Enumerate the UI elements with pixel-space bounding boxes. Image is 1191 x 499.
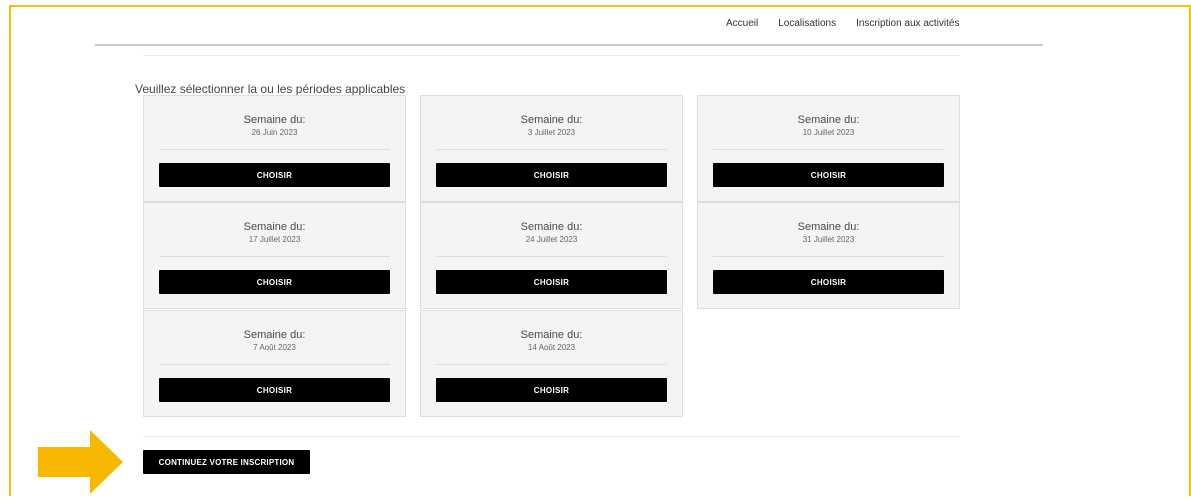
week-card-title: Semaine du: (520, 221, 583, 233)
content-bottom-divider (143, 436, 960, 437)
week-card-date: 10 Juillet 2023 (802, 128, 855, 137)
week-card-divider (159, 149, 390, 150)
week-card-date: 14 Août 2023 (527, 343, 576, 352)
week-card: Semaine du: 24 Juillet 2023 CHOISIR (420, 202, 683, 309)
choose-week-button[interactable]: CHOISIR (436, 163, 667, 187)
week-grid: Semaine du: 26 Juin 2023 CHOISIR Semaine… (143, 95, 961, 418)
week-card-date: 3 Juillet 2023 (527, 128, 576, 137)
week-card-date: 24 Juillet 2023 (525, 235, 578, 244)
week-card-title: Semaine du: (797, 221, 860, 233)
week-card-title: Semaine du: (243, 221, 306, 233)
choose-week-button[interactable]: CHOISIR (159, 378, 390, 402)
week-card-divider (713, 149, 944, 150)
week-card-date: 17 Juillet 2023 (248, 235, 301, 244)
week-card: Semaine du: 26 Juin 2023 CHOISIR (143, 95, 406, 202)
content-top-divider (143, 55, 960, 56)
week-card-title: Semaine du: (243, 329, 306, 341)
choose-week-button[interactable]: CHOISIR (436, 270, 667, 294)
choose-week-button[interactable]: CHOISIR (713, 270, 944, 294)
week-card-divider (436, 364, 667, 365)
week-card: Semaine du: 3 Juillet 2023 CHOISIR (420, 95, 683, 202)
week-card-title: Semaine du: (797, 114, 860, 126)
week-card: Semaine du: 10 Juillet 2023 CHOISIR (697, 95, 960, 202)
continue-registration-button[interactable]: CONTINUEZ VOTRE INSCRIPTION (143, 450, 310, 474)
week-card: Semaine du: 17 Juillet 2023 CHOISIR (143, 202, 406, 309)
choose-week-button[interactable]: CHOISIR (159, 163, 390, 187)
header-divider (95, 44, 1043, 46)
week-card-divider (436, 256, 667, 257)
week-card-title: Semaine du: (520, 329, 583, 341)
top-navigation: Accueil Localisations Inscription aux ac… (726, 18, 959, 29)
week-card-divider (159, 256, 390, 257)
week-card-title: Semaine du: (243, 114, 306, 126)
week-card-date: 31 Juillet 2023 (802, 235, 855, 244)
week-card-title: Semaine du: (520, 114, 583, 126)
week-card-divider (159, 364, 390, 365)
nav-item-inscription[interactable]: Inscription aux activités (856, 18, 959, 29)
week-card-divider (436, 149, 667, 150)
choose-week-button[interactable]: CHOISIR (436, 378, 667, 402)
week-card: Semaine du: 14 Août 2023 CHOISIR (420, 310, 683, 417)
week-card-date: 26 Juin 2023 (251, 128, 298, 137)
arrow-right-icon (38, 430, 123, 499)
week-card: Semaine du: 31 Juillet 2023 CHOISIR (697, 202, 960, 309)
week-card: Semaine du: 7 Août 2023 CHOISIR (143, 310, 406, 417)
nav-item-accueil[interactable]: Accueil (726, 18, 758, 29)
choose-week-button[interactable]: CHOISIR (713, 163, 944, 187)
choose-week-button[interactable]: CHOISIR (159, 270, 390, 294)
nav-item-localisations[interactable]: Localisations (778, 18, 836, 29)
week-card-date: 7 Août 2023 (253, 343, 296, 352)
week-card-divider (713, 256, 944, 257)
section-heading: Veuillez sélectionner la ou les périodes… (135, 82, 406, 96)
